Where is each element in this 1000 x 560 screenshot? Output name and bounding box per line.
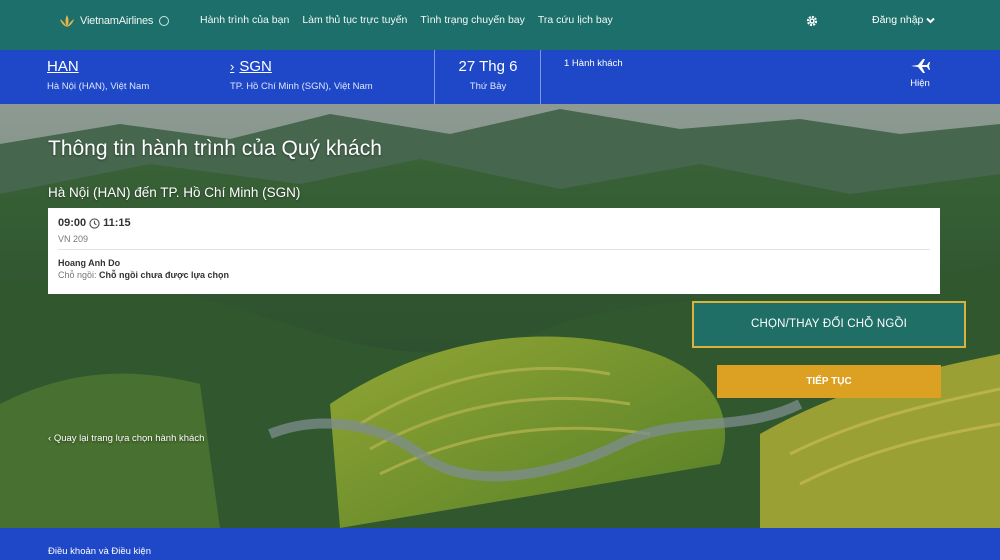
arrival-time: 11:15	[103, 217, 131, 229]
card-divider	[58, 249, 930, 250]
footer: Điều khoản và Điều kiện	[0, 528, 1000, 560]
destination[interactable]: › SGN TP. Hồ Chí Minh (SGN), Việt Nam	[230, 58, 373, 92]
show-label: Hiện	[910, 78, 930, 89]
destination-city: TP. Hồ Chí Minh (SGN), Việt Nam	[230, 81, 373, 92]
flight-times: 09:00 11:15	[58, 217, 131, 229]
destination-code: SGN	[239, 58, 272, 75]
continue-button[interactable]: TIẾP TỤC	[717, 365, 941, 398]
show-details-button[interactable]: Hiện	[905, 58, 935, 89]
select-seat-button[interactable]: CHỌN/THAY ĐỔI CHỖ NGỒI	[692, 301, 966, 348]
divider	[540, 50, 541, 104]
terms-link[interactable]: Điều khoản và Điều kiện	[48, 546, 151, 557]
flight-number: VN 209	[58, 234, 89, 244]
vietnam-airlines-logo[interactable]: VietnamAirlines	[58, 14, 170, 28]
route-heading: Hà Nội (HAN) đến TP. Hồ Chí Minh (SGN)	[48, 185, 301, 200]
date-value: 27 Thg 6	[458, 58, 518, 75]
nav-online-checkin[interactable]: Làm thủ tục trực tuyến	[302, 14, 407, 26]
nav-my-trip[interactable]: Hành trình của bạn	[200, 14, 289, 26]
chevron-down-icon	[926, 17, 936, 23]
brand-mark-icon	[159, 16, 170, 26]
departure-time: 09:00	[58, 217, 87, 229]
back-link[interactable]: ‹ Quay lại trang lựa chọn hành khách	[48, 433, 204, 444]
login-dropdown[interactable]: Đăng nhập	[872, 14, 936, 26]
chevron-right-icon: ›	[230, 59, 235, 74]
brand-name: VietnamAirlines	[80, 15, 154, 27]
back-link-label: Quay lại trang lựa chọn hành khách	[53, 433, 205, 444]
seat-label: Chỗ ngồi:	[58, 270, 97, 280]
seat-value: Chỗ ngồi chưa được lựa chọn	[99, 270, 230, 280]
nav-flight-status[interactable]: Tình trạng chuyến bay	[420, 14, 524, 26]
passenger-count[interactable]: 1 Hành khách	[564, 58, 623, 69]
login-label: Đăng nhập	[872, 14, 924, 26]
gear-icon[interactable]	[806, 15, 818, 27]
origin[interactable]: HAN Hà Nội (HAN), Việt Nam	[47, 58, 149, 92]
seat-info: Chỗ ngồi: Chỗ ngồi chưa được lựa chọn	[58, 270, 229, 280]
lotus-icon	[60, 15, 74, 27]
clock-icon	[89, 217, 100, 229]
main-nav: Hành trình của bạn Làm thủ tục trực tuyế…	[200, 14, 626, 26]
page-title: Thông tin hành trình của Quý khách	[48, 137, 382, 160]
booking-summary-bar: HAN Hà Nội (HAN), Việt Nam › SGN TP. Hồ C…	[0, 50, 1000, 104]
nav-flight-schedule[interactable]: Tra cứu lịch bay	[538, 14, 613, 26]
origin-city: Hà Nội (HAN), Việt Nam	[47, 81, 150, 92]
top-navigation: VietnamAirlines Hành trình của bạn Làm t…	[0, 0, 1000, 50]
divider	[434, 50, 435, 104]
flight-card: 09:00 11:15 VN 209 Hoang Anh Do Chỗ ngồi…	[48, 208, 940, 294]
weekday: Thứ Bảy	[469, 81, 507, 92]
travel-date[interactable]: 27 Thg 6 Thứ Bảy	[436, 58, 540, 92]
passenger-name: Hoang Anh Do	[58, 258, 121, 268]
airplane-icon	[911, 59, 930, 73]
origin-code: HAN	[47, 58, 79, 75]
